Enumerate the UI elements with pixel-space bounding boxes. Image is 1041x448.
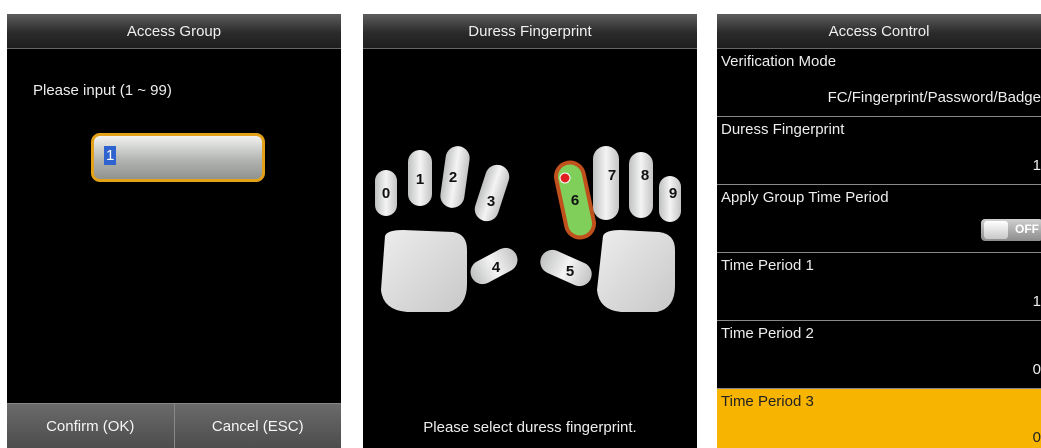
row-duress-fingerprint[interactable]: Duress Fingerprint 1 (717, 117, 1041, 185)
row-value: 1 (1032, 157, 1041, 174)
finger-3[interactable]: 3 (472, 162, 513, 225)
finger-8-label: 8 (641, 167, 649, 184)
finger-6-label: 6 (571, 192, 579, 209)
row-time-period-3[interactable]: Time Period 3 0 (717, 389, 1041, 448)
access-group-screen: Access Group Please input (1 ~ 99) 1 Con… (7, 14, 341, 448)
duress-fingerprint-screen: Duress Fingerprint 0 1 2 3 4 5 6 7 8 9 P… (363, 14, 697, 448)
finger-7[interactable]: 7 (593, 146, 619, 220)
access-group-input[interactable]: 1 (91, 133, 265, 182)
finger-5[interactable]: 5 (536, 246, 595, 290)
row-value: 0 (1032, 361, 1041, 378)
right-palm (597, 230, 675, 312)
finger-1-label: 1 (416, 171, 424, 188)
finger-0[interactable]: 0 (375, 170, 397, 216)
access-control-title: Access Control (717, 14, 1041, 49)
toggle-knob (984, 221, 1008, 239)
toggle-state: OFF (1015, 222, 1039, 236)
access-group-title: Access Group (7, 14, 341, 49)
input-prompt: Please input (1 ~ 99) (33, 82, 172, 99)
finger-7-label: 7 (608, 167, 616, 184)
row-label: Time Period 2 (721, 325, 814, 342)
row-time-period-2[interactable]: Time Period 2 0 (717, 321, 1041, 389)
selected-marker-icon (559, 172, 571, 184)
row-label: Verification Mode (721, 53, 837, 70)
input-value: 1 (104, 146, 117, 165)
access-control-screen: Access Control Verification Mode FC/Fing… (717, 14, 1041, 448)
row-time-period-1[interactable]: Time Period 1 1 (717, 253, 1041, 321)
hands-diagram: 0 1 2 3 4 5 6 7 8 9 (375, 145, 681, 312)
row-label: Duress Fingerprint (721, 121, 845, 138)
finger-5-label: 5 (566, 263, 574, 280)
dialog-footer: Confirm (OK) Cancel (ESC) (7, 403, 341, 448)
row-label: Time Period 1 (721, 257, 814, 274)
finger-9[interactable]: 9 (659, 176, 681, 222)
finger-1[interactable]: 1 (408, 150, 432, 206)
cancel-button[interactable]: Cancel (ESC) (173, 404, 342, 448)
row-apply-group-time-period[interactable]: Apply Group Time Period OFF (717, 185, 1041, 253)
finger-8[interactable]: 8 (629, 152, 653, 218)
finger-2-label: 2 (449, 169, 457, 186)
row-verification-mode[interactable]: Verification Mode FC/Fingerprint/Passwor… (717, 49, 1041, 117)
instruction-message: Please select duress fingerprint. (423, 419, 637, 436)
finger-2[interactable]: 2 (439, 145, 471, 210)
row-value: FC/Fingerprint/Password/Badge (827, 89, 1041, 106)
confirm-button[interactable]: Confirm (OK) (7, 404, 174, 448)
left-palm (381, 230, 467, 312)
row-value: 1 (1032, 293, 1041, 310)
apply-group-toggle[interactable]: OFF (981, 219, 1041, 241)
finger-4-label: 4 (492, 259, 501, 276)
row-value: 0 (1032, 429, 1041, 446)
finger-3-label: 3 (487, 193, 495, 210)
finger-4[interactable]: 4 (466, 244, 521, 289)
finger-9-label: 9 (669, 185, 677, 202)
row-label: Apply Group Time Period (721, 189, 889, 206)
row-label: Time Period 3 (721, 393, 814, 410)
finger-6-selected[interactable]: 6 (553, 160, 596, 240)
finger-0-label: 0 (382, 185, 390, 202)
